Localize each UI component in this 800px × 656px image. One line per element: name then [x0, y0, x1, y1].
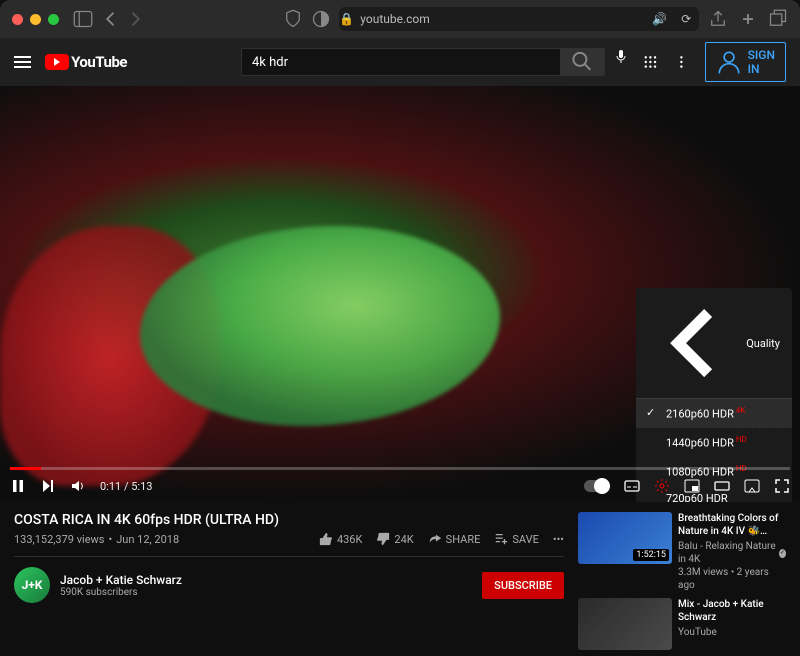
rec-channel: YouTube [678, 626, 786, 639]
audio-indicator-icon[interactable]: 🔊 [652, 12, 667, 26]
settings-icon[interactable] [654, 478, 670, 494]
url-host: youtube.com [360, 12, 430, 26]
channel-subscribers: 590K subscribers [60, 587, 182, 598]
thumbnail[interactable] [578, 598, 672, 650]
rec-channel: Balu - Relaxing Nature in 4K ✓ [678, 540, 786, 566]
video-player[interactable]: J K Quality 2160p60 HDR4K1440p60 HDRHD10… [0, 86, 800, 502]
tabs-icon[interactable] [768, 9, 788, 29]
reload-icon[interactable]: ⟳ [681, 12, 691, 26]
new-tab-icon[interactable] [738, 9, 758, 29]
address-bar[interactable]: 🔒 youtube.com 🔊 ⟳ [339, 7, 699, 31]
quality-option[interactable]: 2160p60 HDR4K [636, 399, 792, 428]
rec-meta: 3.3M views • 2 years ago [678, 566, 786, 592]
fullscreen-icon[interactable] [774, 478, 790, 494]
rec-title: Breathtaking Colors of Nature in 4K IV 🐝… [678, 512, 786, 538]
autoplay-toggle[interactable] [584, 480, 610, 492]
forward-button[interactable] [125, 9, 145, 29]
lock-icon: 🔒 [339, 12, 354, 26]
share-icon[interactable] [708, 9, 728, 29]
save-button[interactable]: SAVE [494, 532, 539, 546]
maximize-window-button[interactable] [48, 14, 59, 25]
miniplayer-icon[interactable] [684, 478, 700, 494]
quality-option[interactable]: 1440p60 HDRHD [636, 428, 792, 457]
dislike-button[interactable]: 24K [376, 532, 413, 546]
recommendation-item[interactable]: 1:52:15 Breathtaking Colors of Nature in… [578, 512, 786, 592]
reader-icon[interactable] [311, 9, 331, 29]
hamburger-menu-icon[interactable] [14, 56, 31, 68]
apps-grid-icon[interactable] [643, 54, 658, 70]
recommendations-sidebar: 1:52:15 Breathtaking Colors of Nature in… [578, 512, 786, 656]
search-input[interactable] [241, 48, 561, 76]
minimize-window-button[interactable] [30, 14, 41, 25]
logo-text: YouTube [71, 53, 127, 71]
theater-mode-icon[interactable] [714, 478, 730, 494]
video-views: 133,152,379 views [14, 533, 104, 546]
thumbnail[interactable]: 1:52:15 [578, 512, 672, 564]
sign-in-button[interactable]: SIGN IN [705, 42, 786, 82]
recommendation-item[interactable]: Mix - Jacob + Katie Schwarz YouTube [578, 598, 786, 650]
close-window-button[interactable] [12, 14, 23, 25]
player-controls: 0:11 / 5:13 [0, 470, 800, 502]
volume-icon[interactable] [70, 478, 86, 494]
back-button[interactable] [101, 9, 121, 29]
voice-search-icon[interactable] [613, 48, 629, 64]
channel-name[interactable]: Jacob + Katie Schwarz [60, 573, 182, 587]
subtitles-icon[interactable] [624, 478, 640, 494]
next-button[interactable] [40, 478, 56, 494]
more-options-icon[interactable] [674, 54, 689, 70]
rec-title: Mix - Jacob + Katie Schwarz [678, 598, 786, 624]
quality-menu-title: Quality [746, 337, 780, 350]
more-actions-icon[interactable]: ••• [553, 533, 564, 546]
window-controls [12, 14, 59, 25]
sign-in-label: SIGN IN [748, 48, 775, 76]
like-button[interactable]: 436K [319, 532, 362, 546]
time-display: 0:11 / 5:13 [100, 480, 152, 493]
search-button[interactable] [561, 48, 605, 76]
youtube-logo[interactable]: YouTube [45, 53, 127, 71]
cast-icon[interactable] [744, 478, 760, 494]
share-button[interactable]: SHARE [428, 532, 481, 546]
sidebar-toggle-icon[interactable] [73, 9, 93, 29]
video-title: COSTA RICA IN 4K 60fps HDR (ULTRA HD) [14, 512, 564, 528]
subscribe-button[interactable]: SUBSCRIBE [482, 572, 564, 599]
browser-titlebar: 🔒 youtube.com 🔊 ⟳ [0, 0, 800, 38]
youtube-header: YouTube SIGN IN [0, 38, 800, 86]
quality-menu-back[interactable]: Quality [636, 288, 792, 399]
video-date: Jun 12, 2018 [116, 533, 179, 546]
pause-button[interactable] [10, 478, 26, 494]
shield-icon[interactable] [283, 9, 303, 29]
